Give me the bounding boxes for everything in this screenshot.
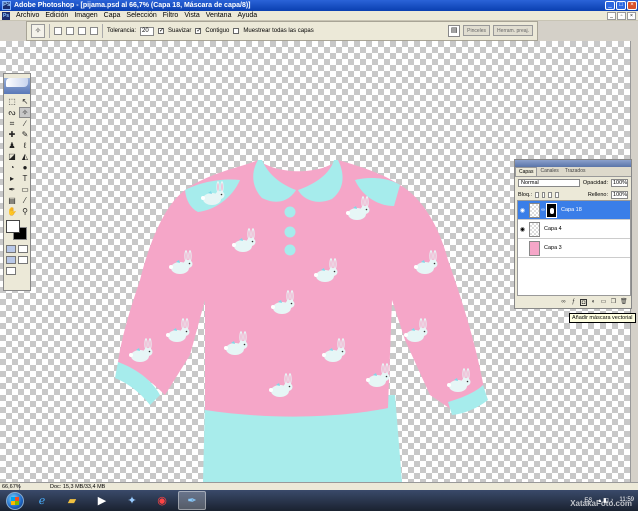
tab-capas[interactable]: Capas (515, 167, 538, 176)
tab-canales[interactable]: Canales (537, 167, 561, 176)
document-size: Doc: 15,3 MB/33,4 MB (50, 483, 106, 490)
quick-mask-icon[interactable] (18, 245, 28, 253)
taskbar-ie-icon[interactable]: ℯ (28, 491, 56, 510)
color-swatches[interactable] (6, 220, 30, 242)
new-layer-icon[interactable]: ❐ (610, 299, 617, 306)
blend-mode-select[interactable]: Normal (518, 179, 580, 187)
feather-icon (6, 78, 28, 87)
layer-mask-thumbnail[interactable] (546, 202, 557, 218)
brush-icon[interactable]: ✎ (19, 129, 31, 140)
layer-row[interactable]: ◉ Capa 4 (518, 220, 630, 239)
zoom-icon[interactable]: ⚲ (19, 206, 31, 217)
lock-pixels-icon[interactable] (541, 192, 546, 198)
layer-name: Capa 4 (544, 226, 562, 232)
eyedropper-icon[interactable]: ⁄ (19, 195, 31, 206)
new-group-icon[interactable]: ▭ (600, 299, 607, 306)
button-1 (284, 206, 296, 218)
clone-stamp-icon[interactable]: ♟ (6, 140, 18, 151)
tooltip: Añadir máscara vectorial (569, 313, 636, 323)
eraser-icon[interactable]: ◪ (6, 151, 18, 162)
marquee-icon[interactable]: ⬚ (6, 96, 18, 107)
layer-row[interactable]: Capa 3 (518, 239, 630, 258)
layer-list: ◉ ∞ Capa 18 ◉ Capa 4 Capa 3 (517, 200, 631, 296)
layer-name: Capa 3 (544, 245, 562, 251)
type-icon[interactable]: T (19, 173, 31, 184)
dodge-icon[interactable]: ● (19, 162, 31, 173)
eye-icon[interactable]: ◉ (518, 207, 527, 214)
fill-label: Relleno: (587, 192, 609, 198)
shape-icon[interactable]: ▭ (19, 184, 31, 195)
hand-icon[interactable]: ✋ (6, 206, 18, 217)
adjustment-layer-icon[interactable]: ◐ (590, 299, 597, 306)
layer-thumbnail (529, 240, 540, 256)
imageready-jump-icon[interactable] (6, 267, 16, 275)
opacity-input[interactable]: 100% (611, 179, 628, 187)
notes-icon[interactable]: ▤ (6, 195, 18, 206)
taskbar: ℯ ▰ ▶ ✦ ◉ ✒ ES ▴ ◧ ♪ 11:59 (0, 490, 638, 511)
layer-thumbnail (529, 202, 540, 218)
paint-bucket-icon[interactable]: ◭ (19, 151, 31, 162)
foreground-color[interactable] (6, 220, 20, 233)
fill-input[interactable]: 100% (611, 191, 629, 199)
button-3 (284, 244, 296, 256)
button-2 (284, 226, 296, 238)
lock-transparency-icon[interactable] (535, 192, 539, 198)
screen-mode-standard-icon[interactable] (6, 256, 16, 264)
lock-position-icon[interactable] (548, 192, 553, 198)
lock-all-icon[interactable] (555, 192, 559, 198)
move-icon[interactable]: ↖ (19, 96, 31, 107)
path-select-icon[interactable]: ▸ (6, 173, 18, 184)
standard-mode-icon[interactable] (6, 245, 16, 253)
link-layers-icon[interactable]: ∞ (560, 299, 567, 306)
zoom-level[interactable]: 66,67% (0, 483, 21, 490)
layer-row[interactable]: ◉ ∞ Capa 18 (518, 201, 630, 220)
layer-thumbnail (529, 221, 540, 237)
opacity-label: Opacidad: (582, 180, 608, 186)
screen-mode-full-icon[interactable] (18, 256, 28, 264)
toolbox: ⬚ ↖ ᔓ ✧ ⌗ ∕ ✚ ✎ ♟ ℓ ◪ ◭ ◔ ● ▸ T ✒ ▭ ▤ ⁄ … (3, 73, 31, 291)
status-bar: 66,67% Doc: 15,3 MB/33,4 MB (0, 482, 638, 490)
trash-icon[interactable]: 🗑 (620, 299, 628, 306)
healing-brush-icon[interactable]: ✚ (6, 129, 18, 140)
pajama-shirt (118, 160, 485, 417)
tab-trazados[interactable]: Trazados (562, 167, 589, 176)
magic-wand-tool-icon[interactable]: ✧ (19, 107, 31, 118)
taskbar-chrome-icon[interactable]: ◉ (148, 491, 176, 510)
toolbox-header[interactable] (4, 78, 30, 94)
slice-icon[interactable]: ∕ (19, 118, 31, 129)
taskbar-explorer-icon[interactable]: ▰ (58, 491, 86, 510)
lasso-icon[interactable]: ᔓ (6, 107, 18, 118)
layers-panel-titlebar[interactable] (515, 160, 631, 167)
add-mask-icon[interactable]: ◘ (580, 298, 587, 306)
lock-label: Bloq.: (518, 192, 533, 198)
crop-icon[interactable]: ⌗ (6, 118, 18, 129)
taskbar-app-icon[interactable]: ✦ (118, 491, 146, 510)
layer-name: Capa 18 (561, 207, 582, 213)
watermark-logo: XatakaFoto.com (570, 499, 632, 508)
eye-icon[interactable]: ◉ (518, 226, 527, 233)
layer-style-icon[interactable]: ƒ (570, 299, 577, 306)
taskbar-media-player-icon[interactable]: ▶ (88, 491, 116, 510)
layers-panel: Capas Canales Trazados Normal Opacidad: … (514, 159, 632, 309)
history-brush-icon[interactable]: ℓ (19, 140, 31, 151)
blur-icon[interactable]: ◔ (6, 162, 18, 173)
taskbar-photoshop-icon[interactable]: ✒ (178, 491, 206, 510)
start-button[interactable] (6, 491, 24, 510)
pen-icon[interactable]: ✒ (6, 184, 18, 195)
